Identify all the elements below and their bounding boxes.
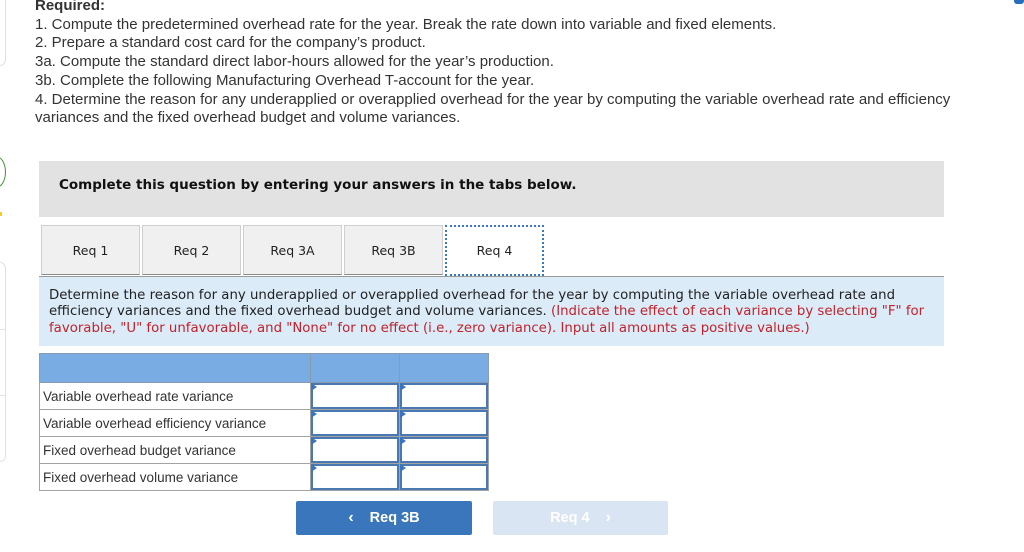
variance-label: Fixed overhead volume variance — [39, 463, 311, 491]
input-marker-icon — [311, 437, 317, 445]
dropdown-marker-icon — [400, 383, 406, 391]
prev-req-button[interactable]: ‹ Req 3B — [296, 501, 472, 535]
effect-cell — [399, 463, 489, 491]
required-item: 1. Compute the predetermined overhead ra… — [35, 15, 777, 33]
amount-input[interactable] — [313, 412, 397, 434]
amount-cell — [310, 463, 400, 491]
tab-req-3b[interactable]: Req 3B — [344, 225, 443, 275]
instruction-text: Complete this question by entering your … — [59, 177, 577, 193]
required-item: 2. Prepare a standard cost card for the … — [35, 34, 426, 52]
tab-req-2[interactable]: Req 2 — [142, 225, 241, 275]
amount-cell — [310, 382, 400, 410]
tab-req-4[interactable]: Req 4 — [445, 225, 544, 276]
table-header-cell — [399, 353, 489, 383]
corner-button-fragment[interactable] — [1014, 0, 1024, 4]
question-panel: Determine the reason for any underapplie… — [39, 276, 944, 346]
chevron-right-icon: › — [605, 509, 611, 526]
amount-input[interactable] — [313, 466, 397, 488]
input-marker-icon — [311, 464, 317, 472]
next-req-label: Req 4 — [550, 510, 590, 526]
effect-select[interactable] — [402, 412, 486, 434]
variance-table: Variable overhead rate variance Variable… — [39, 353, 489, 491]
required-item: 3a. Compute the standard direct labor-ho… — [35, 53, 554, 71]
effect-cell — [399, 409, 489, 437]
left-panel-divider — [0, 395, 5, 396]
tab-req-3a[interactable]: Req 3A — [243, 225, 342, 275]
effect-select[interactable] — [402, 439, 486, 461]
chevron-left-icon: ‹ — [348, 509, 354, 526]
requirement-tabs: Req 1 Req 2 Req 3A Req 3B Req 4 — [41, 225, 546, 276]
left-edge-panel — [0, 262, 6, 462]
effect-cell — [399, 382, 489, 410]
instruction-bar: Complete this question by entering your … — [39, 161, 944, 217]
left-edge-circle-icon — [0, 156, 6, 188]
dropdown-marker-icon — [400, 464, 406, 472]
table-row: Fixed overhead budget variance — [39, 436, 489, 464]
table-header-row — [39, 353, 489, 383]
variance-label: Fixed overhead budget variance — [39, 436, 311, 464]
required-item: 4. Determine the reason for any underapp… — [35, 90, 951, 127]
effect-cell — [399, 436, 489, 464]
amount-cell — [310, 436, 400, 464]
table-header-cell — [310, 353, 400, 383]
amount-cell — [310, 409, 400, 437]
amount-input[interactable] — [313, 385, 397, 407]
left-panel-divider — [0, 329, 5, 330]
input-marker-icon — [311, 383, 317, 391]
table-row: Variable overhead rate variance — [39, 382, 489, 410]
effect-select[interactable] — [402, 466, 486, 488]
left-edge-card — [0, 0, 6, 66]
table-header-cell — [39, 353, 311, 383]
variance-label: Variable overhead rate variance — [39, 382, 311, 410]
left-edge-marker — [0, 212, 2, 216]
effect-select[interactable] — [402, 385, 486, 407]
prev-req-label: Req 3B — [369, 510, 420, 526]
table-row: Fixed overhead volume variance — [39, 463, 489, 491]
required-item: 3b. Complete the following Manufacturing… — [35, 71, 535, 89]
dropdown-marker-icon — [400, 437, 406, 445]
table-row: Variable overhead efficiency variance — [39, 409, 489, 437]
input-marker-icon — [311, 410, 317, 418]
required-section: Required: 1. Compute the predetermined o… — [35, 0, 1005, 128]
required-title: Required: — [35, 0, 106, 14]
variance-label: Variable overhead efficiency variance — [39, 409, 311, 437]
next-req-button[interactable]: Req 4 › — [493, 501, 668, 535]
amount-input[interactable] — [313, 439, 397, 461]
dropdown-marker-icon — [400, 410, 406, 418]
tab-req-1[interactable]: Req 1 — [41, 225, 140, 275]
